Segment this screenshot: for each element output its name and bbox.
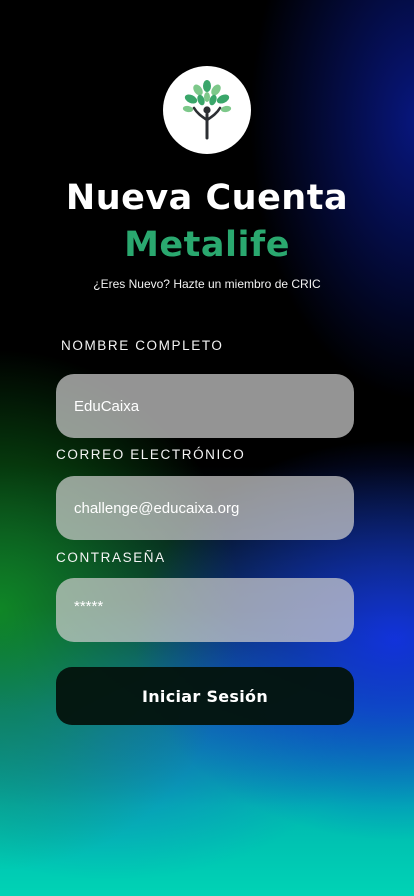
name-field[interactable] bbox=[56, 374, 354, 438]
name-label: NOMBRE COMPLETO bbox=[61, 338, 224, 353]
email-label: CORREO ELECTRÓNICO bbox=[56, 447, 246, 462]
page-subtitle: ¿Eres Nuevo? Hazte un miembro de CRIC bbox=[93, 277, 321, 291]
signup-screen: Nueva Cuenta Metalife ¿Eres Nuevo? Hazte… bbox=[0, 0, 414, 896]
page-title: Nueva Cuenta bbox=[65, 178, 349, 218]
tree-person-icon bbox=[182, 80, 232, 140]
email-field[interactable] bbox=[56, 476, 354, 540]
brand-name: Metalife bbox=[124, 225, 290, 265]
password-label: CONTRASEÑA bbox=[56, 550, 166, 565]
password-field[interactable] bbox=[56, 578, 354, 642]
login-button[interactable]: Iniciar Sesión bbox=[56, 667, 354, 725]
name-input[interactable] bbox=[74, 397, 336, 415]
email-input[interactable] bbox=[74, 499, 336, 517]
password-input[interactable] bbox=[74, 598, 336, 615]
app-logo bbox=[163, 66, 251, 154]
